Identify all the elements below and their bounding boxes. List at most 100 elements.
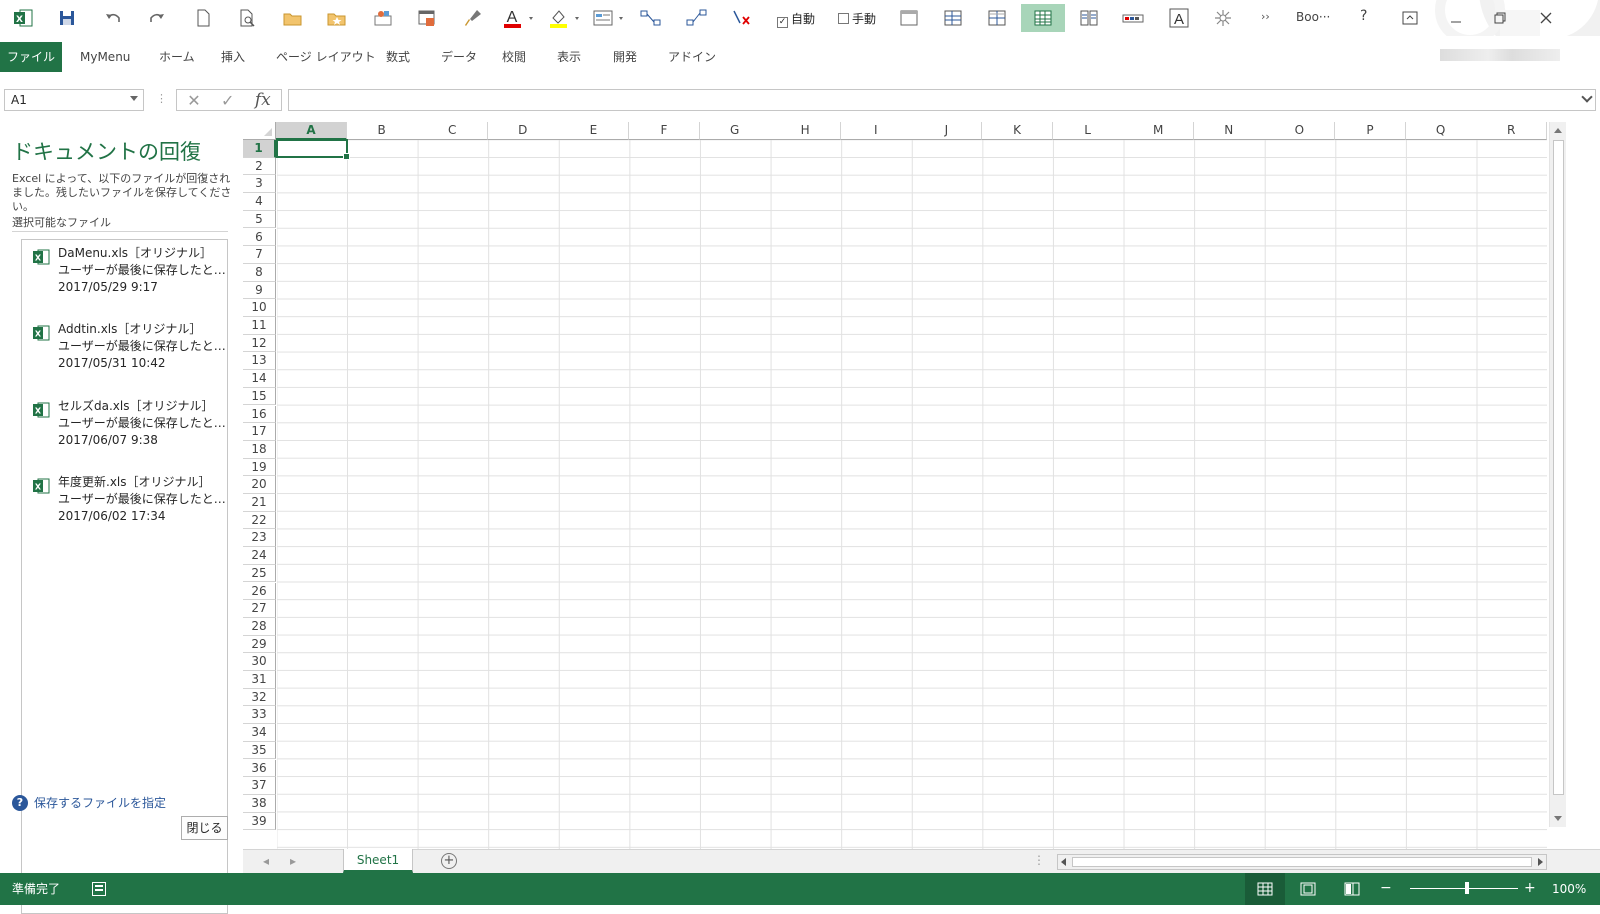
row-header[interactable]: 31 <box>243 671 276 689</box>
row-header[interactable]: 17 <box>243 423 276 441</box>
format-dropdown-icon[interactable] <box>592 6 626 30</box>
page-setup-icon[interactable] <box>414 6 440 30</box>
prev-sheet-icon[interactable]: ◂ <box>263 854 269 868</box>
minimize-icon[interactable] <box>1436 6 1476 30</box>
row-header[interactable]: 3 <box>243 175 276 194</box>
tab-page-layout[interactable]: ページ レイアウト <box>276 42 376 72</box>
column-header[interactable]: K <box>982 122 1053 140</box>
row-header[interactable]: 24 <box>243 547 276 565</box>
vertical-dots-icon[interactable]: ⋮ <box>1033 853 1045 867</box>
tab-addins[interactable]: アドイン <box>668 42 716 72</box>
column-header[interactable]: Q <box>1405 122 1477 140</box>
tab-mymenu[interactable]: MyMenu <box>80 42 130 72</box>
form-control-icon[interactable] <box>1120 6 1146 30</box>
freeze-panes-icon[interactable] <box>940 6 966 30</box>
row-header[interactable]: 18 <box>243 440 276 459</box>
tab-developer[interactable]: 開発 <box>613 42 637 72</box>
tab-view[interactable]: 表示 <box>557 42 581 72</box>
column-header[interactable]: M <box>1123 122 1195 140</box>
row-header[interactable]: 2 <box>243 157 276 176</box>
recovered-file-item[interactable]: X Addtin.xls［オリジナル］ ユーザーが最後に保存したと… 2017/… <box>30 321 226 381</box>
vertical-dots-icon[interactable]: ⋮ <box>156 92 167 105</box>
close-window-icon[interactable] <box>1526 6 1566 30</box>
sparkle-settings-icon[interactable] <box>1210 6 1236 30</box>
fill-color-icon[interactable] <box>548 6 582 30</box>
row-header[interactable]: 15 <box>243 387 276 406</box>
row-header[interactable]: 11 <box>243 317 276 335</box>
scroll-thumb[interactable] <box>1553 140 1564 795</box>
row-header[interactable]: 22 <box>243 511 276 530</box>
shapes-icon[interactable] <box>370 6 396 30</box>
column-header[interactable]: A <box>276 122 347 140</box>
trace-dependents-icon[interactable] <box>684 6 710 30</box>
column-header[interactable]: N <box>1193 122 1265 140</box>
trace-precedents-icon[interactable] <box>638 6 664 30</box>
scroll-right-icon[interactable] <box>1538 858 1543 866</box>
row-header[interactable]: 29 <box>243 635 276 654</box>
row-header[interactable]: 7 <box>243 246 276 264</box>
recovered-file-item[interactable]: X 年度更新.xls［オリジナル］ ユーザーが最後に保存したと… 2017/06… <box>30 474 226 534</box>
tab-file[interactable]: ファイル <box>0 42 62 72</box>
page-break-view-icon[interactable] <box>1332 873 1372 905</box>
formula-input[interactable] <box>288 89 1596 111</box>
row-header[interactable]: 30 <box>243 653 276 671</box>
window-layout-icon[interactable] <box>896 6 922 30</box>
row-header[interactable]: 33 <box>243 706 276 725</box>
row-header[interactable]: 38 <box>243 794 276 813</box>
row-header[interactable]: 36 <box>243 759 276 778</box>
row-header[interactable]: 19 <box>243 458 276 477</box>
row-header[interactable]: 1 <box>243 140 276 158</box>
scroll-up-icon[interactable] <box>1554 128 1562 133</box>
column-header[interactable]: L <box>1052 122 1124 140</box>
column-header[interactable]: I <box>840 122 912 140</box>
undo-icon[interactable] <box>100 6 126 30</box>
column-header[interactable]: O <box>1264 122 1336 140</box>
close-pane-button[interactable]: 閉じる <box>181 816 228 840</box>
row-header[interactable]: 13 <box>243 352 276 371</box>
save-icon[interactable] <box>54 6 80 30</box>
row-header[interactable]: 26 <box>243 582 276 601</box>
macro-record-icon[interactable] <box>92 882 106 896</box>
text-box-icon[interactable]: A <box>1166 6 1192 30</box>
active-cell[interactable] <box>276 139 350 160</box>
insert-function-icon[interactable]: fx <box>255 90 271 110</box>
column-header[interactable]: R <box>1476 122 1548 140</box>
chevron-down-icon[interactable] <box>130 96 138 101</box>
page-layout-view-icon[interactable] <box>1288 873 1328 905</box>
column-header[interactable]: C <box>417 122 489 140</box>
row-header[interactable]: 16 <box>243 405 276 424</box>
zoom-level[interactable]: 100% <box>1552 873 1586 905</box>
font-color-icon[interactable]: A <box>502 6 536 30</box>
next-sheet-icon[interactable]: ▸ <box>290 854 296 868</box>
sheet-tab[interactable]: Sheet1 <box>343 849 413 873</box>
vertical-scrollbar[interactable] <box>1549 122 1566 827</box>
ribbon-display-icon[interactable] <box>1390 6 1430 30</box>
row-header[interactable]: 32 <box>243 688 276 707</box>
redo-icon[interactable] <box>144 6 170 30</box>
row-header[interactable]: 28 <box>243 617 276 636</box>
column-header[interactable]: J <box>911 122 983 140</box>
zoom-slider[interactable] <box>1410 882 1518 894</box>
zoom-out-button[interactable]: − <box>1380 880 1392 896</box>
scroll-left-icon[interactable] <box>1061 858 1066 866</box>
help-button[interactable]: ? <box>1360 8 1367 24</box>
enter-entry-icon[interactable]: ✓ <box>221 91 234 110</box>
split-window-icon[interactable] <box>984 6 1010 30</box>
name-box[interactable]: A1 <box>4 89 144 111</box>
scroll-down-icon[interactable] <box>1554 816 1562 821</box>
select-all-corner[interactable] <box>243 122 276 140</box>
row-header[interactable]: 4 <box>243 193 276 211</box>
row-header[interactable]: 10 <box>243 299 276 317</box>
favorite-folder-icon[interactable] <box>324 6 350 30</box>
recovered-file-item[interactable]: X セルズda.xls［オリジナル］ ユーザーが最後に保存したと… 2017/0… <box>30 398 226 458</box>
new-document-icon[interactable] <box>190 6 216 30</box>
help-link[interactable]: ? 保存するファイルを指定 <box>12 794 166 811</box>
column-header[interactable]: E <box>558 122 630 140</box>
row-header[interactable]: 27 <box>243 600 276 618</box>
row-header[interactable]: 21 <box>243 494 276 512</box>
compare-side-icon[interactable] <box>1076 6 1102 30</box>
toolbar-overflow-button[interactable]: ›› <box>1261 10 1270 23</box>
account-name-blurred[interactable] <box>1440 49 1560 61</box>
normal-view-icon[interactable] <box>1245 873 1285 905</box>
zoom-in-button[interactable]: + <box>1524 880 1536 896</box>
